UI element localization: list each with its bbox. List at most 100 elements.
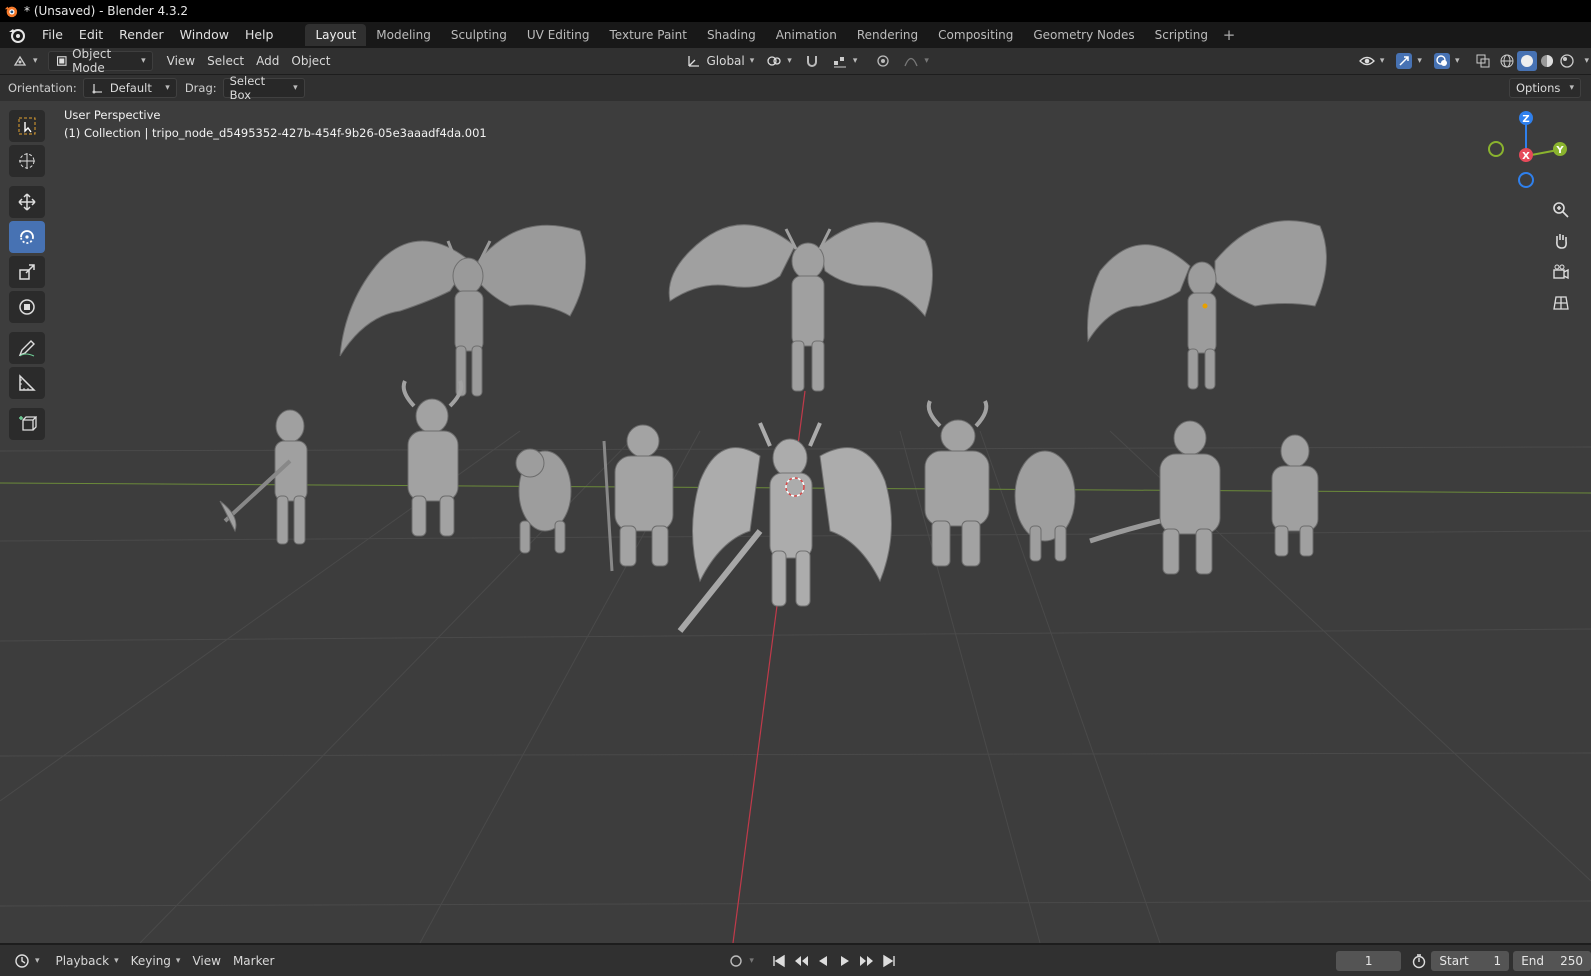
chevron-down-icon: ▾ (165, 83, 170, 93)
keying-menu[interactable]: Keying ▾ (125, 951, 187, 971)
menu-window[interactable]: Window (172, 24, 237, 46)
play-reverse-button[interactable] (812, 951, 834, 971)
add-cube-tool[interactable] (9, 408, 45, 440)
3d-viewport-icon (13, 55, 27, 66)
use-preview-range-toggle[interactable] (1407, 951, 1431, 971)
viewport-nav-buttons (1547, 196, 1577, 320)
chevron-down-icon: ▾ (1379, 56, 1385, 66)
drag-dropdown[interactable]: Select Box ▾ (222, 74, 305, 102)
add-workspace-button[interactable]: + (1218, 26, 1240, 44)
add-cube-icon (19, 416, 37, 431)
rotate-icon (20, 230, 34, 244)
material-sphere-icon (1541, 55, 1554, 67)
tab-animation[interactable]: Animation (766, 24, 847, 46)
end-frame-value: 250 (1560, 953, 1583, 968)
editor-type-button[interactable]: ▾ (6, 51, 44, 71)
current-frame-field[interactable]: 1 (1335, 950, 1402, 971)
proportional-editing-toggle[interactable] (869, 51, 897, 71)
shading-material-button[interactable] (1537, 51, 1557, 71)
demon-horned-fur (401, 380, 464, 537)
zoom-button[interactable] (1547, 196, 1575, 224)
snap-target-dropdown[interactable]: ▾ (826, 51, 864, 71)
menu-help[interactable]: Help (237, 24, 282, 46)
camera-view-button[interactable] (1547, 258, 1575, 286)
object-visibility-dropdown[interactable]: ▾ (1353, 51, 1391, 71)
mode-dropdown[interactable]: Object Mode ▾ (47, 47, 153, 75)
menu-render[interactable]: Render (111, 24, 172, 46)
start-frame-field[interactable]: Start 1 (1431, 950, 1510, 971)
rotate-tool[interactable] (9, 221, 45, 253)
annotate-tool[interactable] (9, 332, 45, 364)
shading-wireframe-button[interactable] (1497, 51, 1517, 71)
blender-menu-icon[interactable] (0, 22, 34, 48)
timeline-editor-type-button[interactable]: ▾ (8, 951, 46, 971)
header-menu-object[interactable]: Object (285, 51, 336, 71)
tab-uv-editing[interactable]: UV Editing (517, 24, 600, 46)
orientation-default-icon (92, 84, 102, 94)
tab-modeling[interactable]: Modeling (366, 24, 441, 46)
select-box-tool[interactable] (9, 110, 45, 142)
gizmo-toggle[interactable]: ▾ (1390, 51, 1428, 71)
play-icon (840, 955, 849, 966)
chevron-down-icon: ▾ (1417, 56, 1422, 66)
3d-viewport[interactable]: User Perspective (1) Collection | tripo_… (0, 101, 1591, 943)
navigation-gizmo[interactable]: Z Y X (1488, 108, 1572, 192)
options-dropdown[interactable]: Options ▾ (1509, 78, 1581, 98)
pan-button[interactable] (1547, 227, 1575, 255)
tab-geometry-nodes[interactable]: Geometry Nodes (1023, 24, 1144, 46)
pivot-point-dropdown[interactable]: ▾ (760, 51, 798, 71)
collection-info-label: (1) Collection | tripo_node_d5495352-427… (64, 126, 487, 140)
menu-edit[interactable]: Edit (71, 24, 111, 46)
tab-texture-paint[interactable]: Texture Paint (600, 24, 697, 46)
measure-tool[interactable] (9, 367, 45, 399)
transform-tool[interactable] (9, 291, 45, 323)
jump-to-keyframe-next-button[interactable] (856, 951, 878, 971)
timeline-menu-view[interactable]: View (186, 951, 226, 971)
keying-label: Keying (130, 953, 171, 968)
tab-shading[interactable]: Shading (697, 24, 766, 46)
timeline-menu-marker[interactable]: Marker (227, 951, 280, 971)
chevron-down-icon: ▾ (852, 56, 858, 66)
dragonkin-warrior (1089, 420, 1221, 575)
snap-toggle[interactable] (798, 51, 826, 71)
chevron-down-icon: ▾ (114, 955, 119, 966)
view-name-label: User Perspective (64, 108, 161, 122)
transform-orientation-dropdown[interactable]: Global ▾ (680, 51, 760, 71)
window-title: * (Unsaved) - Blender 4.3.2 (24, 4, 189, 18)
end-frame-field[interactable]: End 250 (1513, 950, 1591, 971)
shading-rendered-button[interactable] (1557, 51, 1577, 71)
cursor-tool[interactable] (9, 145, 45, 177)
solid-sphere-icon (1521, 55, 1534, 67)
play-button[interactable] (834, 951, 856, 971)
tab-layout[interactable]: Layout (305, 24, 367, 46)
snap-increment-icon (833, 57, 846, 68)
orientation-global-icon (688, 56, 700, 67)
demon-axe (219, 409, 308, 545)
menu-file[interactable]: File (34, 24, 71, 46)
jump-to-start-button[interactable] (768, 951, 790, 971)
record-icon (730, 954, 743, 967)
header-menu-view[interactable]: View (161, 51, 201, 71)
perspective-toggle-button[interactable] (1547, 289, 1575, 317)
xray-toggle[interactable] (1469, 51, 1497, 71)
overlays-toggle[interactable]: ▾ (1428, 51, 1466, 71)
header-menu-select[interactable]: Select (201, 51, 250, 71)
tab-compositing[interactable]: Compositing (928, 24, 1023, 46)
jump-to-end-button[interactable] (878, 951, 900, 971)
proportional-falloff-dropdown[interactable]: ▾ (897, 51, 935, 71)
shading-options-dropdown[interactable]: ▾ (1577, 51, 1591, 71)
playback-menu[interactable]: Playback ▾ (50, 951, 125, 971)
jump-start-icon (773, 954, 785, 967)
orientation-dropdown[interactable]: Default ▾ (82, 78, 177, 98)
auto-keying-toggle[interactable]: ▾ (722, 951, 760, 971)
x-axis-label: X (1522, 151, 1530, 162)
tab-scripting[interactable]: Scripting (1145, 24, 1218, 46)
tab-rendering[interactable]: Rendering (847, 24, 928, 46)
jump-end-icon (883, 954, 895, 967)
jump-to-keyframe-prev-button[interactable] (790, 951, 812, 971)
header-menu-add[interactable]: Add (250, 51, 285, 71)
move-tool[interactable] (9, 186, 45, 218)
tab-sculpting[interactable]: Sculpting (441, 24, 517, 46)
scale-tool[interactable] (9, 256, 45, 288)
shading-solid-button[interactable] (1517, 51, 1538, 71)
